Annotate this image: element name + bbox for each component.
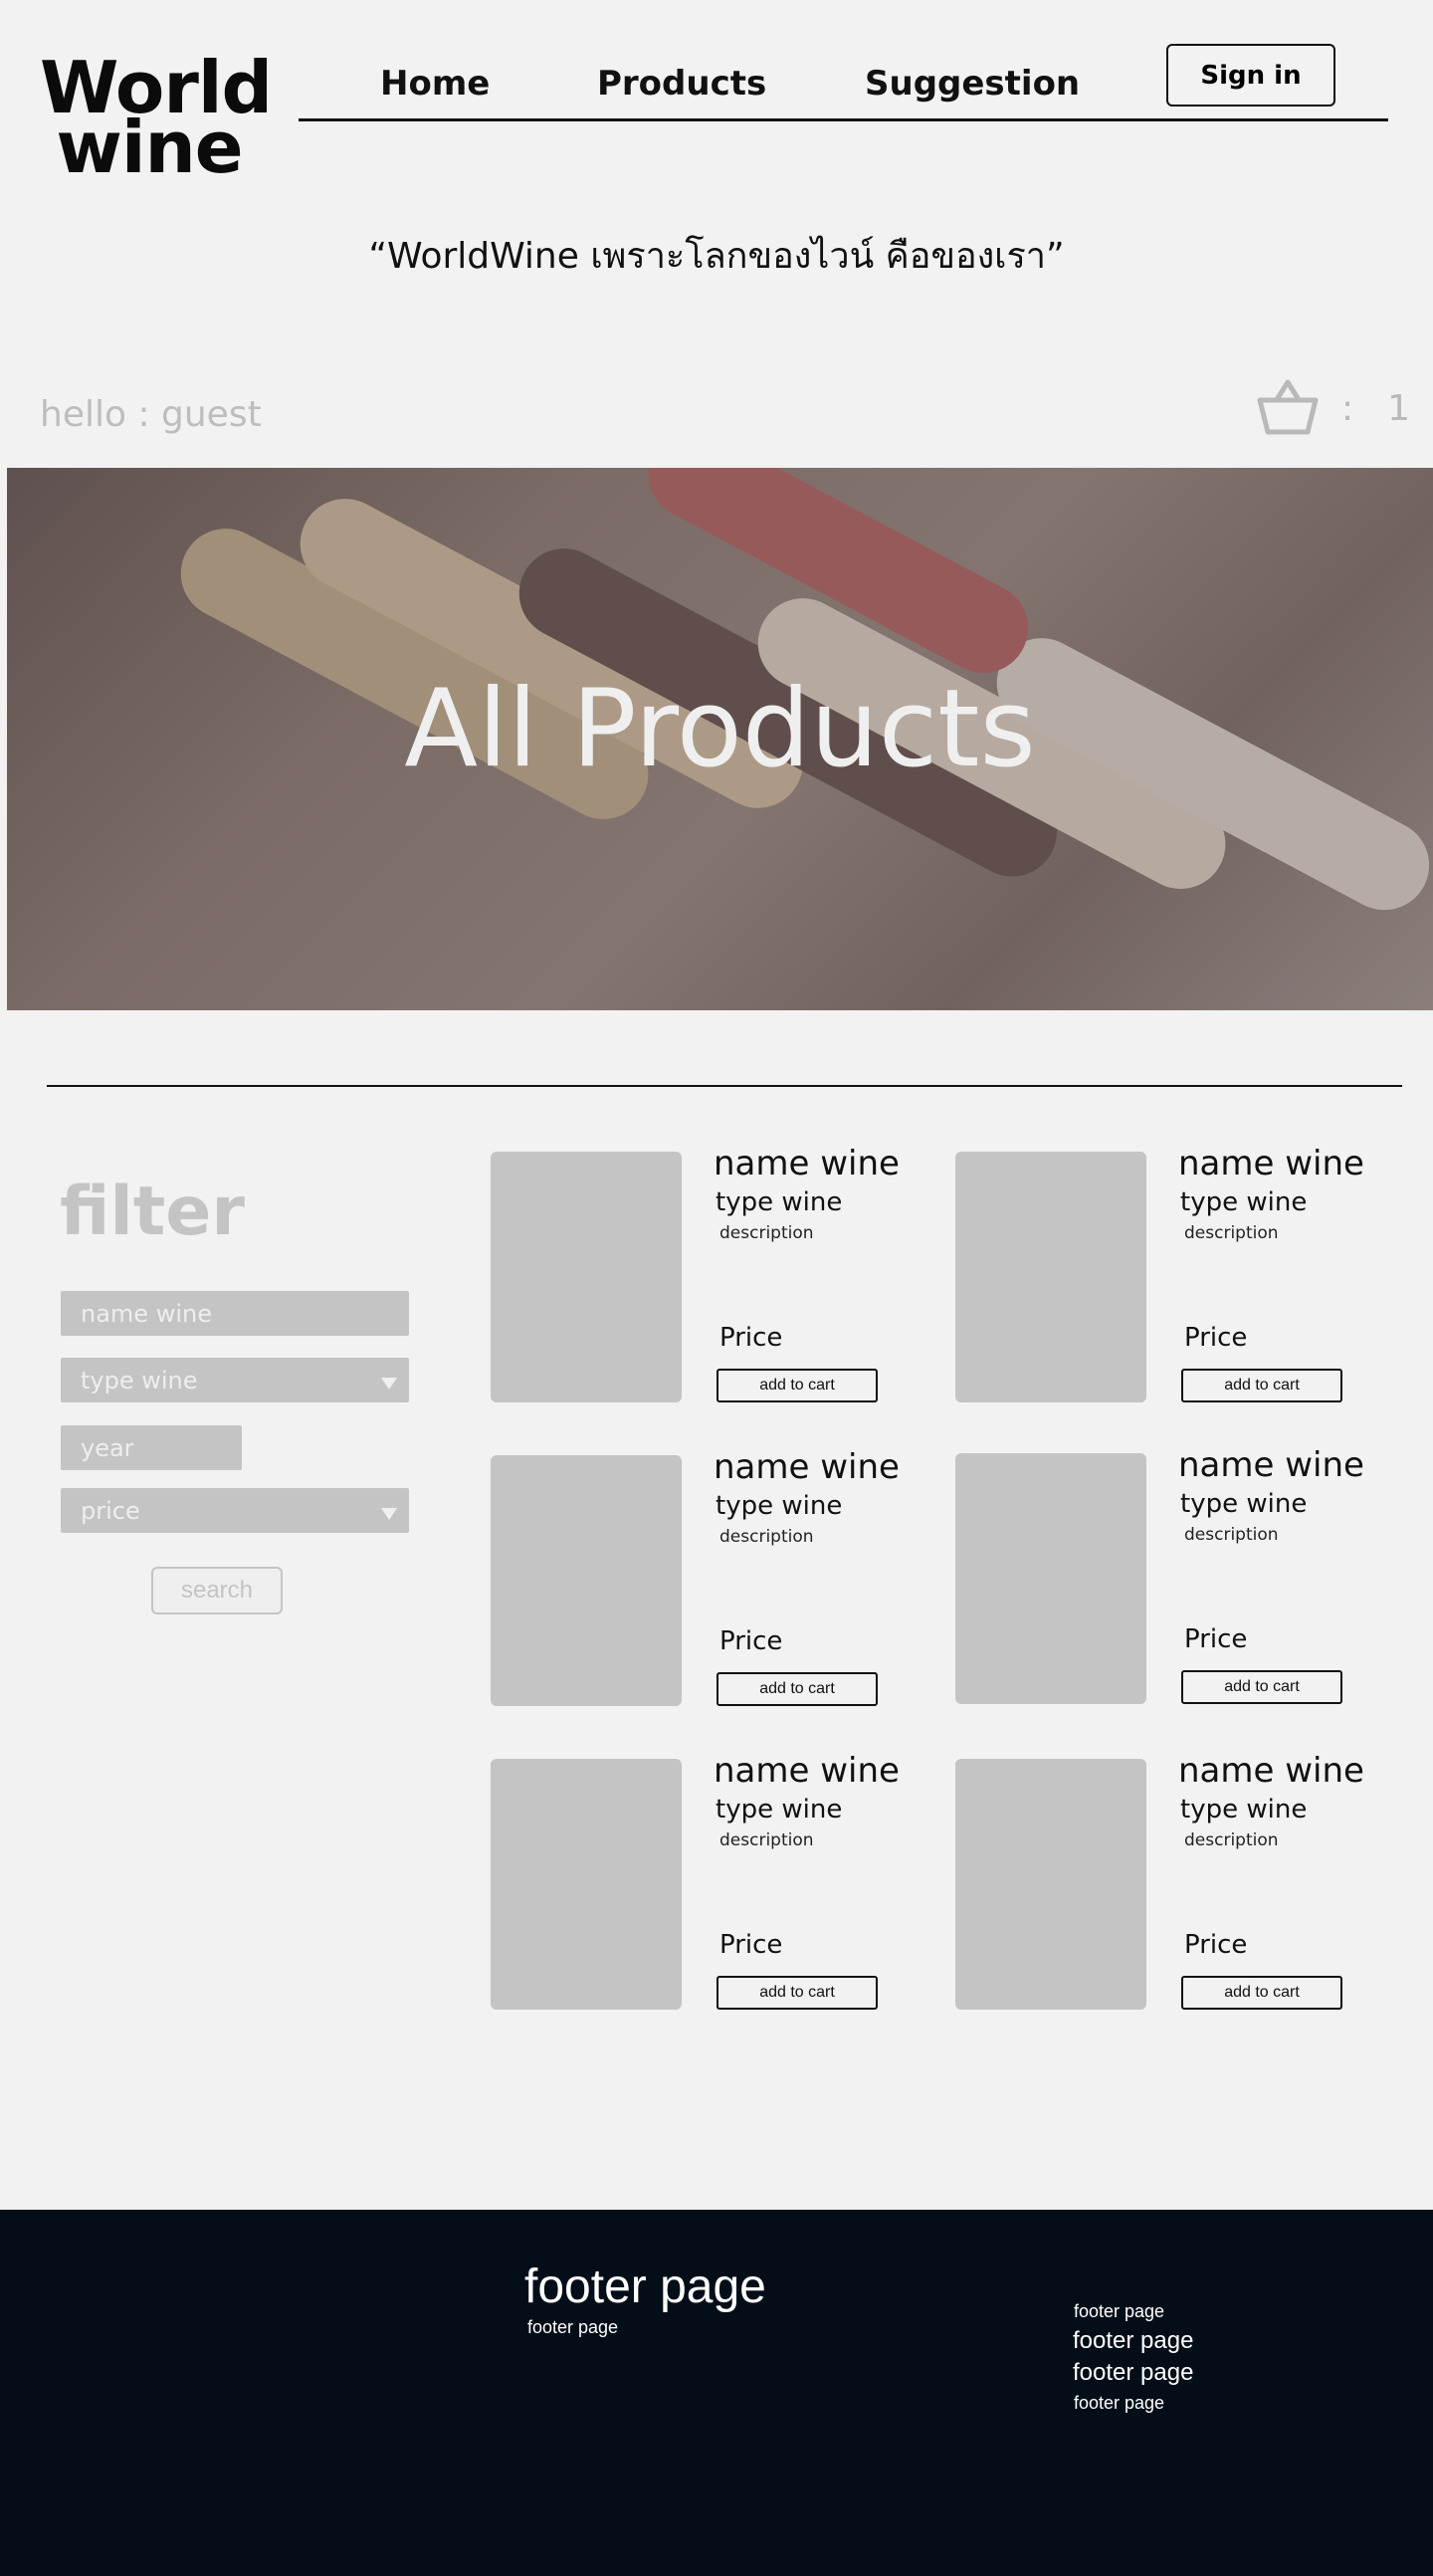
cart-count: 1 xyxy=(1387,387,1411,429)
product-price: Price xyxy=(1184,1624,1248,1654)
price-placeholder: price xyxy=(81,1496,140,1525)
name-wine-placeholder: name wine xyxy=(81,1299,212,1328)
product-description: description xyxy=(1184,1830,1279,1850)
product-type: type wine xyxy=(1180,1489,1308,1519)
add-to-cart-button[interactable]: add to cart xyxy=(1181,1670,1342,1704)
product-name: name wine xyxy=(714,1751,900,1791)
product-description: description xyxy=(719,1830,814,1850)
product-price: Price xyxy=(1184,1930,1248,1960)
hero-banner: All Products xyxy=(7,468,1433,1010)
basket-icon xyxy=(1257,379,1319,435)
nav-products-link[interactable]: Products xyxy=(597,64,766,104)
product-name: name wine xyxy=(714,1144,900,1183)
dropdown-arrow-icon xyxy=(381,1507,397,1520)
type-wine-select[interactable]: type wine xyxy=(61,1358,409,1402)
dropdown-arrow-icon xyxy=(381,1377,397,1390)
product-name: name wine xyxy=(1178,1751,1364,1791)
footer-link[interactable]: footer page xyxy=(1074,2301,1164,2322)
product-description: description xyxy=(1184,1525,1279,1545)
add-to-cart-button[interactable]: add to cart xyxy=(716,1976,878,2010)
logo-line2: wine xyxy=(56,106,243,189)
add-to-cart-button[interactable]: add to cart xyxy=(1181,1369,1342,1402)
product-card: name wine type wine description Price ad… xyxy=(955,1445,1383,1712)
product-price: Price xyxy=(719,1626,783,1656)
add-to-cart-button[interactable]: add to cart xyxy=(716,1369,878,1402)
price-select[interactable]: price xyxy=(61,1488,409,1533)
product-description: description xyxy=(1184,1223,1279,1243)
product-image[interactable] xyxy=(955,1152,1146,1402)
product-price: Price xyxy=(719,1930,783,1960)
product-name: name wine xyxy=(1178,1144,1364,1183)
product-description: description xyxy=(719,1527,814,1547)
cart-separator: : xyxy=(1341,387,1354,429)
filter-title: filter xyxy=(60,1173,245,1251)
year-placeholder: year xyxy=(81,1433,134,1462)
product-description: description xyxy=(719,1223,814,1243)
product-name: name wine xyxy=(1178,1445,1364,1485)
add-to-cart-button[interactable]: add to cart xyxy=(1181,1976,1342,2010)
logo[interactable]: World wine xyxy=(40,52,273,189)
product-card: name wine type wine description Price ad… xyxy=(491,1447,919,1714)
product-type: type wine xyxy=(716,1491,843,1521)
search-button[interactable]: search xyxy=(151,1567,283,1614)
footer-link[interactable]: footer page xyxy=(1074,2393,1164,2414)
year-input[interactable]: year xyxy=(61,1425,242,1470)
footer-subtitle: footer page xyxy=(527,2317,619,2337)
product-card: name wine type wine description Price ad… xyxy=(955,1144,1383,1410)
add-to-cart-button[interactable]: add to cart xyxy=(716,1672,878,1706)
name-wine-input[interactable]: name wine xyxy=(61,1291,409,1336)
product-type: type wine xyxy=(1180,1795,1308,1825)
tagline: “WorldWine เพราะโลกของไวน์ คือของเรา” xyxy=(368,236,1065,277)
product-price: Price xyxy=(719,1323,783,1353)
product-type: type wine xyxy=(716,1187,843,1217)
product-type: type wine xyxy=(716,1795,843,1825)
nav-home-link[interactable]: Home xyxy=(380,64,490,104)
product-price: Price xyxy=(1184,1323,1248,1353)
section-divider xyxy=(47,1085,1402,1087)
footer-link[interactable]: footer page xyxy=(1073,2327,1193,2355)
product-card: name wine type wine description Price ad… xyxy=(955,1751,1383,2018)
product-image[interactable] xyxy=(491,1455,682,1706)
product-image[interactable] xyxy=(491,1759,682,2010)
footer-link[interactable]: footer page xyxy=(1073,2359,1193,2387)
page-footer: footer page footer page footer page foot… xyxy=(0,2210,1433,2576)
product-image[interactable] xyxy=(955,1759,1146,2010)
product-name: name wine xyxy=(714,1447,900,1487)
product-card: name wine type wine description Price ad… xyxy=(491,1144,919,1410)
cart-indicator[interactable]: : 1 xyxy=(1256,378,1410,438)
nav-suggestion-link[interactable]: Suggestion xyxy=(865,64,1080,104)
type-wine-placeholder: type wine xyxy=(81,1366,198,1395)
product-card: name wine type wine description Price ad… xyxy=(491,1751,919,2018)
footer-title: footer page xyxy=(524,2260,766,2313)
product-image[interactable] xyxy=(955,1453,1146,1704)
product-image[interactable] xyxy=(491,1152,682,1402)
user-greeting: hello : guest xyxy=(40,394,262,435)
product-type: type wine xyxy=(1180,1187,1308,1217)
hero-title: All Products xyxy=(404,667,1036,791)
sign-in-button[interactable]: Sign in xyxy=(1166,44,1335,107)
